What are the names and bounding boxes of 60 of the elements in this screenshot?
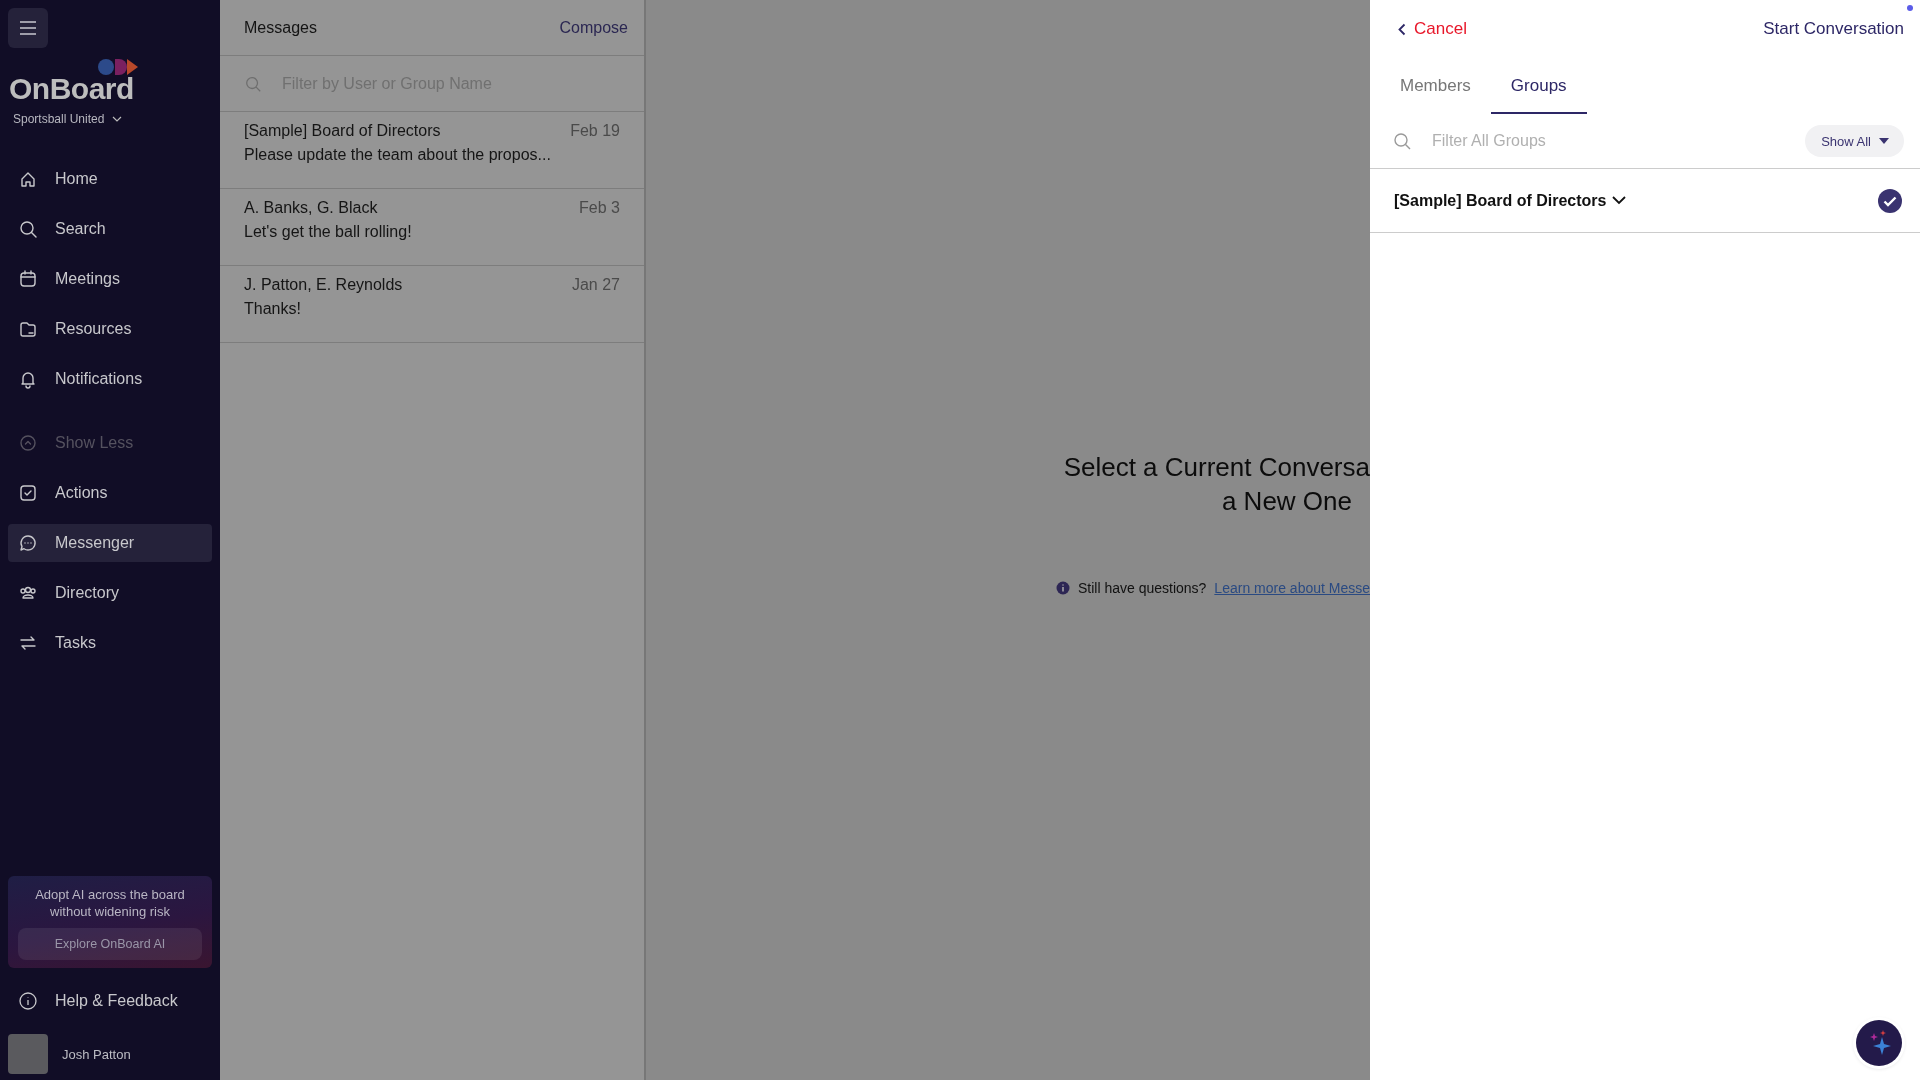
conversation-item[interactable]: J. Patton, E. Reynolds Jan 27 Thanks!: [220, 266, 644, 343]
search-field[interactable]: Filter All Groups: [1430, 131, 1806, 151]
help-text: Still have questions?: [1077, 580, 1207, 596]
search-icon: [244, 74, 262, 93]
info-icon: [18, 991, 38, 1011]
nav-item[interactable]: Home: [8, 160, 212, 198]
cancel-button[interactable]: Cancel: [1398, 19, 1467, 39]
chevron-left-icon: [1398, 22, 1406, 36]
conversation-preview: Let's get the ball rolling!: [244, 223, 413, 241]
messages-title: Messages: [244, 18, 317, 37]
nav-item[interactable]: Messenger: [8, 524, 212, 562]
nav-item[interactable]: Actions: [8, 474, 212, 512]
user-name: Josh Patton: [62, 1046, 131, 1062]
search-icon: [1392, 131, 1412, 151]
ai-assistant-button[interactable]: [1856, 1020, 1902, 1066]
explore-button[interactable]: Explore OnBoard AI: [18, 928, 202, 960]
search-icon: [18, 219, 38, 239]
menu-icon: [19, 21, 37, 35]
filter-dropdown[interactable]: Show All: [1805, 125, 1904, 157]
conversation-name: [Sample] Board of Directors: [244, 122, 441, 140]
help-link[interactable]: Help & Feedback: [8, 986, 212, 1016]
conversation-name: A. Banks, G. Black: [244, 199, 378, 217]
conversation-item[interactable]: [Sample] Board of Directors Feb 19 Please update the team about the propos...: [220, 112, 644, 189]
conversation-preview: Please update the team about the propos...: [244, 146, 552, 164]
tab[interactable]: Groups: [1490, 58, 1587, 114]
conversation-date: Feb 19: [570, 122, 620, 140]
nav-item[interactable]: Resources: [8, 310, 212, 348]
logo-icon: [97, 58, 139, 76]
conversation-date: Feb 3: [579, 199, 620, 217]
compose-link[interactable]: Compose: [559, 18, 628, 37]
nav-item[interactable]: Tasks: [8, 624, 212, 662]
start-conversation-button[interactable]: Start Conversation: [1763, 19, 1904, 39]
conversation-preview: Thanks!: [244, 300, 302, 318]
info-icon: [1055, 581, 1070, 595]
conversation-name: J. Patton, E. Reynolds: [244, 276, 403, 294]
group-row[interactable]: [Sample] Board of Directors: [1370, 169, 1920, 233]
nav-item[interactable]: Directory: [8, 574, 212, 612]
conversation-date: Jan 27: [571, 276, 620, 294]
conversation-item[interactable]: A. Banks, G. Black Feb 3 Let's get the ball rolling!: [220, 189, 644, 266]
menu-button[interactable]: [8, 8, 48, 48]
notification-dot-icon: [1907, 5, 1913, 11]
group-name: [Sample] Board of Directors: [1394, 191, 1607, 210]
chevron-circle-icon: [18, 433, 38, 453]
folder-icon: [18, 319, 38, 339]
nav-item[interactable]: Meetings: [8, 260, 212, 298]
checkbox-icon: [18, 483, 38, 503]
nav-item[interactable]: Search: [8, 210, 212, 248]
promo-text: Adopt AI across the board without widening risk: [34, 886, 186, 920]
tab[interactable]: Members: [1380, 58, 1491, 114]
brand-name: OnBoard: [9, 74, 134, 104]
chat-bubble-icon: [18, 533, 38, 553]
empty-state-heading: Select a Current Conversa: [1063, 451, 1370, 484]
organization-selector[interactable]: Sportsball United: [13, 112, 123, 126]
check-circle-icon[interactable]: [1878, 188, 1902, 213]
caret-icon: [1879, 138, 1889, 144]
empty-state-heading: a New One: [1221, 485, 1352, 518]
chevron-down-icon: [112, 116, 123, 122]
calendar-icon: [18, 269, 38, 289]
nav-item[interactable]: Notifications: [8, 360, 212, 398]
chevron-down-icon: [1612, 196, 1627, 205]
